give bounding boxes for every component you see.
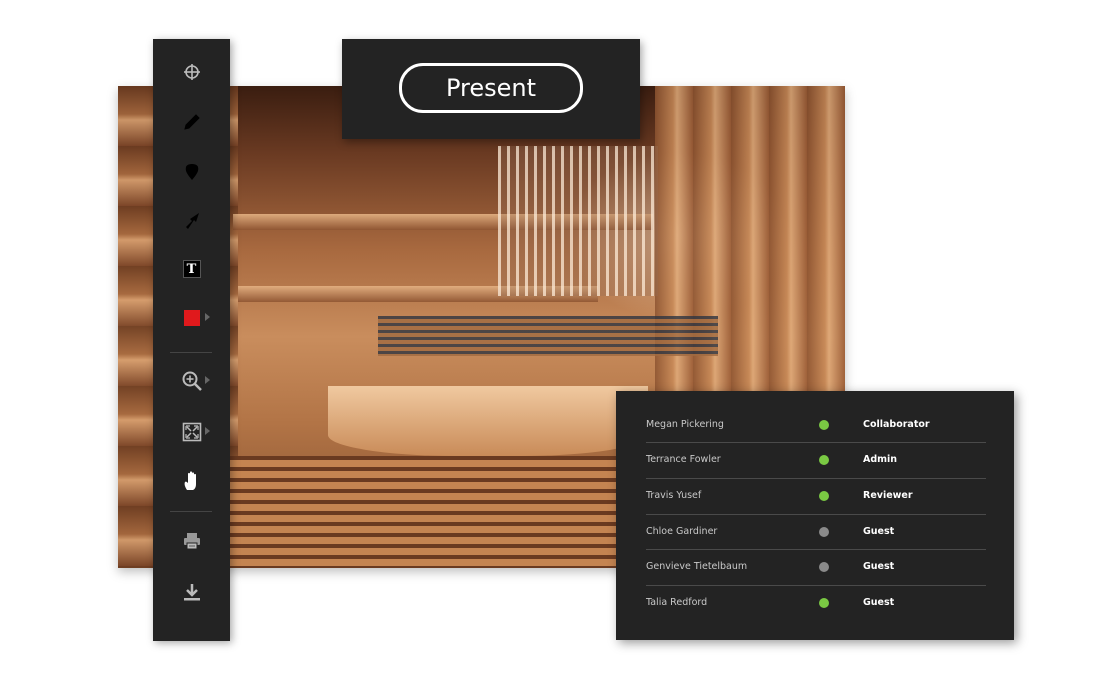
arrow-tool[interactable]: [153, 200, 230, 240]
toolbar-divider: [170, 511, 212, 512]
collaborator-role: Guest: [863, 526, 895, 537]
expand-caret-icon: [205, 376, 210, 384]
collaborator-role: Collaborator: [863, 419, 930, 430]
hall-stage: [328, 386, 648, 456]
collaborator-name: Chloe Gardiner: [646, 526, 718, 537]
present-panel: Present: [342, 39, 640, 139]
crosshair-icon: [183, 64, 200, 80]
print-icon: [183, 533, 200, 550]
collaborator-role: Reviewer: [863, 490, 913, 501]
pin-icon: [185, 164, 198, 180]
expand-caret-icon: [205, 313, 210, 321]
print-tool[interactable]: [153, 521, 230, 561]
fit-screen-icon: [182, 422, 201, 442]
collaborator-name: Terrance Fowler: [646, 454, 721, 465]
collaborator-role: Guest: [863, 561, 895, 572]
offline-status-icon: [819, 526, 829, 537]
crosshair-tool[interactable]: [153, 52, 230, 92]
collaborator-row[interactable]: Terrance Fowler Admin: [646, 442, 986, 477]
hand-icon: [184, 471, 196, 490]
download-tool[interactable]: [153, 572, 230, 612]
annotation-toolbar: T: [153, 39, 230, 641]
collaborators-panel: Megan Pickering Collaborator Terrance Fo…: [616, 391, 1014, 640]
online-status-icon: [819, 419, 829, 430]
collaborator-name: Genvieve Tietelbaum: [646, 561, 748, 572]
collaborator-row[interactable]: Genvieve Tietelbaum Guest: [646, 549, 986, 584]
pencil-tool[interactable]: [153, 102, 230, 142]
fit-to-screen-tool[interactable]: [153, 412, 230, 452]
collaborator-role: Guest: [863, 597, 895, 608]
collaborator-row[interactable]: Talia Redford Guest: [646, 585, 986, 620]
pan-tool[interactable]: [153, 461, 230, 501]
online-status-icon: [819, 490, 829, 501]
collaborator-name: Megan Pickering: [646, 419, 724, 430]
zoom-in-icon: [182, 371, 202, 391]
expand-caret-icon: [205, 427, 210, 435]
present-button[interactable]: Present: [399, 63, 583, 113]
arrow-icon: [185, 213, 199, 229]
offline-status-icon: [819, 561, 829, 572]
collaborator-role: Admin: [863, 454, 898, 465]
online-status-icon: [819, 454, 829, 465]
text-tool[interactable]: T: [153, 249, 230, 289]
toolbar-divider: [170, 352, 212, 353]
zoom-tool[interactable]: [153, 361, 230, 401]
collaborator-name: Travis Yusef: [646, 490, 702, 501]
color-swatch: [183, 310, 200, 326]
pin-tool[interactable]: [153, 151, 230, 191]
collaborator-row[interactable]: Megan Pickering Collaborator: [646, 407, 986, 442]
color-picker-tool[interactable]: [153, 298, 230, 338]
download-icon: [183, 584, 200, 601]
hall-choir-seats: [378, 316, 718, 356]
collaborator-row[interactable]: Chloe Gardiner Guest: [646, 514, 986, 549]
online-status-icon: [819, 597, 829, 608]
text-tool-icon: T: [182, 260, 201, 278]
collaborator-row[interactable]: Travis Yusef Reviewer: [646, 478, 986, 513]
hall-organ: [498, 146, 658, 296]
collaborator-name: Talia Redford: [646, 597, 708, 608]
pencil-icon: [183, 114, 200, 130]
